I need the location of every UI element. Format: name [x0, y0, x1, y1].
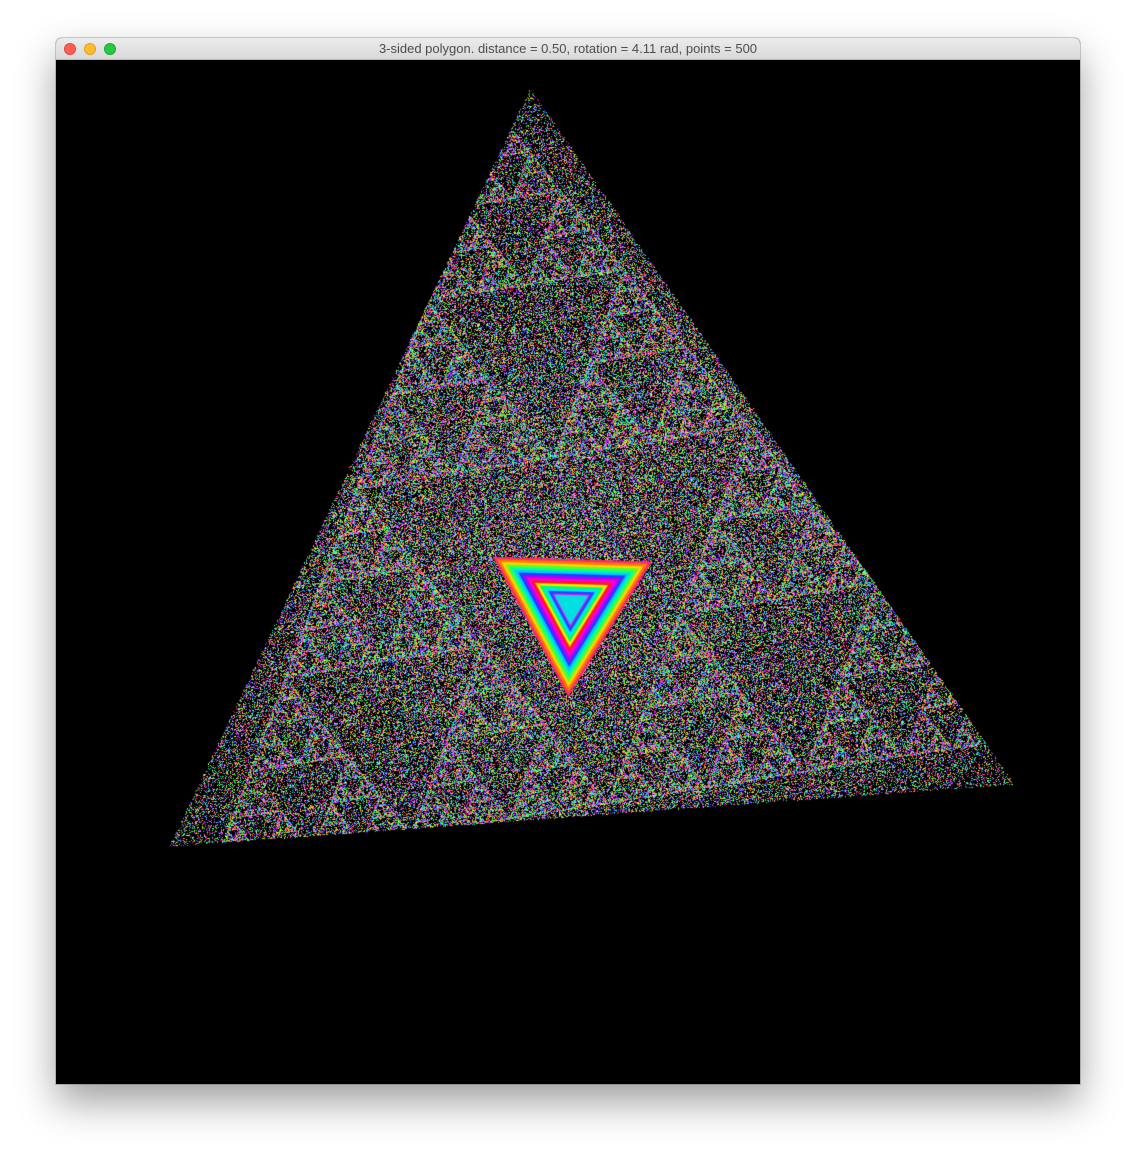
app-window: 3-sided polygon. distance = 0.50, rotati… — [56, 38, 1080, 1084]
window-title: 3-sided polygon. distance = 0.50, rotati… — [378, 41, 758, 56]
render-canvas-area — [56, 60, 1080, 1084]
fractal-canvas — [56, 60, 1080, 1084]
title-bar[interactable]: 3-sided polygon. distance = 0.50, rotati… — [56, 38, 1080, 60]
